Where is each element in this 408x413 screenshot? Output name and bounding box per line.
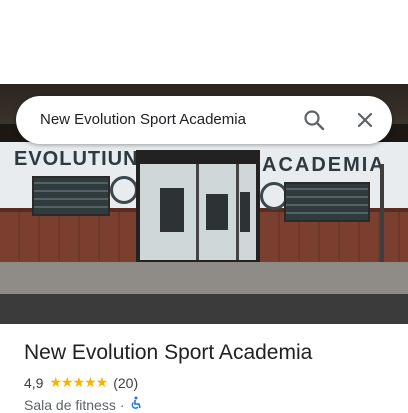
close-icon[interactable] — [349, 104, 381, 136]
photo-gym-equipment — [160, 188, 184, 232]
photo-door-bar — [196, 164, 199, 260]
rating-value: 4,9 — [24, 374, 44, 391]
photo-window-right — [284, 182, 370, 222]
wheelchair-icon — [129, 396, 143, 413]
map-top-area — [0, 0, 408, 84]
place-category: Sala de fitness — [24, 396, 116, 413]
photo-sidewalk — [0, 262, 408, 298]
search-input[interactable]: New Evolution Sport Academia — [40, 96, 246, 144]
photo-gym-equipment — [206, 194, 228, 230]
category-separator: · — [119, 396, 125, 413]
search-bar[interactable]: New Evolution Sport Academia — [16, 96, 392, 144]
photo-street — [0, 294, 408, 324]
photo-window-left — [32, 176, 110, 216]
photo-gym-equipment — [240, 192, 250, 232]
search-icon[interactable] — [298, 104, 330, 136]
photo-logo-left — [110, 176, 138, 204]
rating-row: 4,9 ★★★★★ (20) — [24, 374, 138, 391]
rating-stars: ★★★★★ — [49, 374, 108, 390]
place-title: New Evolution Sport Academia — [24, 341, 313, 364]
photo-door-bar — [236, 164, 239, 260]
photo-sign-right: ACADEMIA — [262, 154, 386, 176]
category-row: Sala de fitness · — [24, 396, 143, 413]
review-count[interactable]: (20) — [113, 375, 138, 391]
photo-sign-left: EVOLUTIUN — [14, 148, 139, 170]
